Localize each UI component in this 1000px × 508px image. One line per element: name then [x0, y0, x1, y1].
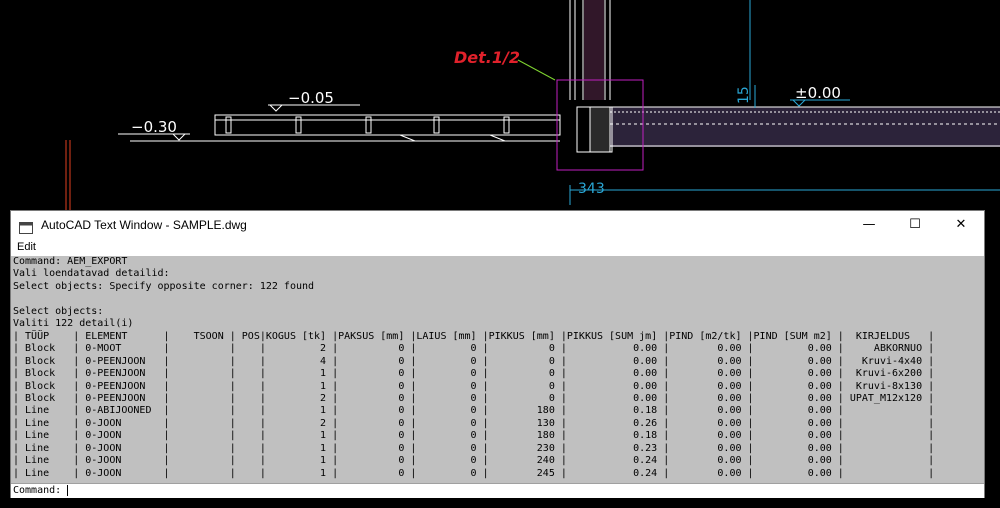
table-row: | Line | 0-JOON | | | 1 | 0 | 0 | 245 | …: [13, 467, 935, 479]
history-line: Select objects:: [13, 305, 104, 317]
wall-insulation: [584, 0, 604, 100]
table-row: | Line | 0-JOON | | | 1 | 0 | 0 | 240 | …: [13, 455, 935, 467]
table-row: | Block | 0-PEENJOON | | | 2 | 0 | 0 | 0…: [13, 392, 935, 404]
maximize-button[interactable]: ☐: [892, 211, 938, 238]
table-row: | Line | 0-JOON | | | 2 | 0 | 0 | 130 | …: [13, 417, 935, 429]
command-history-text: Command: AEM_EXPORT Vali loendatavad det…: [11, 256, 984, 480]
window-icon: [19, 219, 33, 234]
level-label-3: ±0.00: [795, 84, 841, 102]
table-row: | Block | 0-PEENJOON | | | 4 | 0 | 0 | 0…: [13, 355, 935, 367]
table-header-row: | TÜÜP | ELEMENT | TSOON | POS|KOGUS [tk…: [13, 330, 935, 342]
history-line: Select objects: Specify opposite corner:…: [13, 280, 315, 292]
table-row: | Block | 0-PEENJOON | | | 1 | 0 | 0 | 0…: [13, 380, 935, 392]
history-line: Valiti 122 detail(i): [13, 318, 134, 330]
minimize-button[interactable]: —: [846, 211, 892, 238]
menu-item-edit[interactable]: Edit: [17, 241, 36, 253]
detail-callout-label: Det.1/2: [454, 48, 520, 67]
menu-bar: Edit: [11, 238, 984, 256]
command-input[interactable]: [67, 484, 69, 496]
window-title: AutoCAD Text Window - SAMPLE.dwg: [41, 217, 247, 232]
command-line[interactable]: Command:: [11, 483, 984, 498]
command-prompt: Command:: [13, 485, 62, 496]
dimension-lines: [65, 85, 1000, 210]
terrace-deck: [130, 114, 561, 142]
command-history[interactable]: Command: AEM_EXPORT Vali loendatavad det…: [11, 256, 984, 483]
text-window[interactable]: AutoCAD Text Window - SAMPLE.dwg — ☐ ✕ E…: [10, 210, 985, 498]
level-label-1: −0.05: [288, 89, 334, 107]
dimension-label-15: 15: [736, 86, 752, 104]
history-line: Vali loendatavad detailid:: [13, 268, 170, 280]
title-bar[interactable]: AutoCAD Text Window - SAMPLE.dwg — ☐ ✕: [11, 211, 984, 238]
dimension-label-343: 343: [578, 181, 605, 197]
floor-slab: [610, 106, 1000, 147]
level-label-2: −0.30: [131, 118, 177, 136]
table-row: | Line | 0-JOON | | | 1 | 0 | 0 | 230 | …: [13, 442, 935, 454]
close-button[interactable]: ✕: [938, 211, 984, 238]
table-row: | Block | 0-MOOT | | | 2 | 0 | 0 | 0 | 0…: [13, 343, 935, 355]
history-line: Command: AEM_EXPORT: [13, 256, 128, 267]
table-row: | Line | 0-ABIJOONED | | | 1 | 0 | 0 | 1…: [13, 405, 935, 417]
table-row: | Line | 0-JOON | | | 1 | 0 | 0 | 180 | …: [13, 430, 935, 442]
table-row: | Block | 0-PEENJOON | | | 1 | 0 | 0 | 0…: [13, 368, 935, 380]
